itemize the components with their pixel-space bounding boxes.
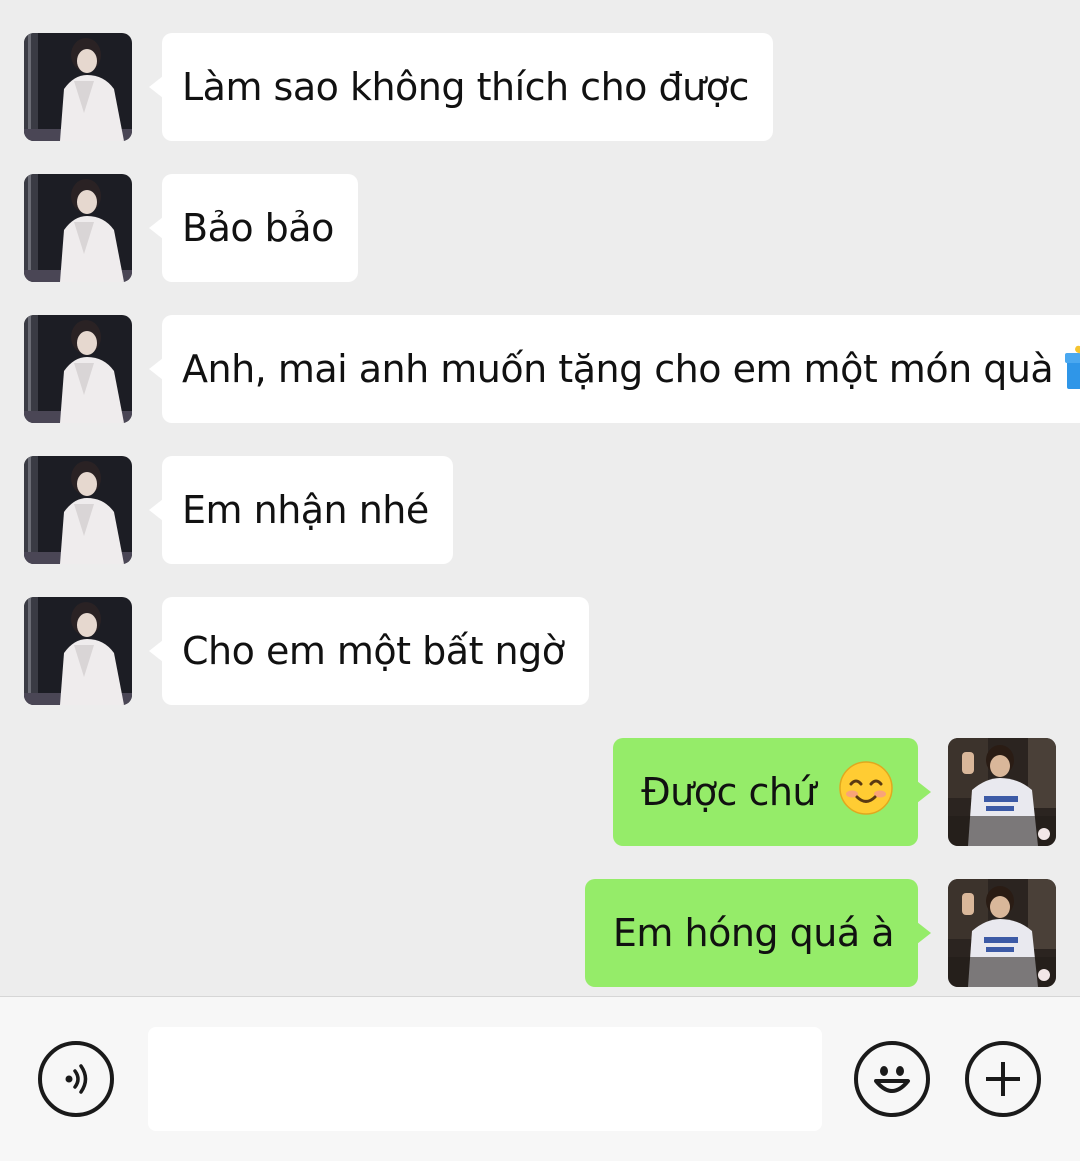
contact-avatar[interactable] (24, 315, 132, 423)
outgoing-message-bubble[interactable]: Được chứ (613, 738, 931, 846)
contact-avatar[interactable] (24, 456, 132, 564)
message-text: Cho em một bất ngờ (182, 629, 565, 673)
message-row-incoming: Bảo bảo (0, 174, 1080, 282)
message-row-incoming: Anh, mai anh muốn tặng cho em một món qu… (0, 315, 1080, 423)
message-row-incoming: Làm sao không thích cho được (0, 33, 1080, 141)
contact-avatar[interactable] (24, 174, 132, 282)
incoming-message-bubble[interactable]: Em nhận nhé (149, 456, 453, 564)
message-row-incoming: Cho em một bất ngờ (0, 597, 1080, 705)
smiling-face-emoji-icon (838, 760, 894, 825)
add-icon[interactable] (965, 1041, 1041, 1117)
message-text: Bảo bảo (182, 206, 334, 250)
message-input[interactable] (148, 1027, 822, 1131)
emoji-icon[interactable] (854, 1041, 930, 1117)
contact-avatar[interactable] (24, 597, 132, 705)
voice-icon[interactable] (38, 1041, 114, 1117)
message-text: Làm sao không thích cho được (182, 65, 749, 109)
message-text: Anh, mai anh muốn tặng cho em một món qu… (182, 347, 1054, 391)
incoming-message-bubble[interactable]: Cho em một bất ngờ (149, 597, 589, 705)
incoming-message-bubble[interactable]: Bảo bảo (149, 174, 358, 282)
user-avatar[interactable] (948, 879, 1056, 987)
message-row-incoming: Em nhận nhé (0, 456, 1080, 564)
gift-emoji-icon (1063, 339, 1080, 400)
incoming-message-bubble[interactable]: Làm sao không thích cho được (149, 33, 773, 141)
incoming-message-bubble[interactable]: Anh, mai anh muốn tặng cho em một món qu… (148, 315, 1080, 423)
message-text: Được chứ (641, 770, 816, 814)
message-input-bar (0, 996, 1080, 1161)
message-text: Em nhận nhé (182, 488, 429, 532)
user-avatar[interactable] (948, 738, 1056, 846)
outgoing-message-bubble[interactable]: Em hóng quá à (584, 879, 932, 987)
contact-avatar[interactable] (24, 33, 132, 141)
message-text: Em hóng quá à (612, 911, 895, 955)
message-row-outgoing: Em hóng quá à (0, 879, 1080, 987)
message-row-outgoing: Được chứ (0, 738, 1080, 846)
chat-area[interactable]: Làm sao không thích cho được Bảo bảo Anh… (0, 0, 1080, 996)
